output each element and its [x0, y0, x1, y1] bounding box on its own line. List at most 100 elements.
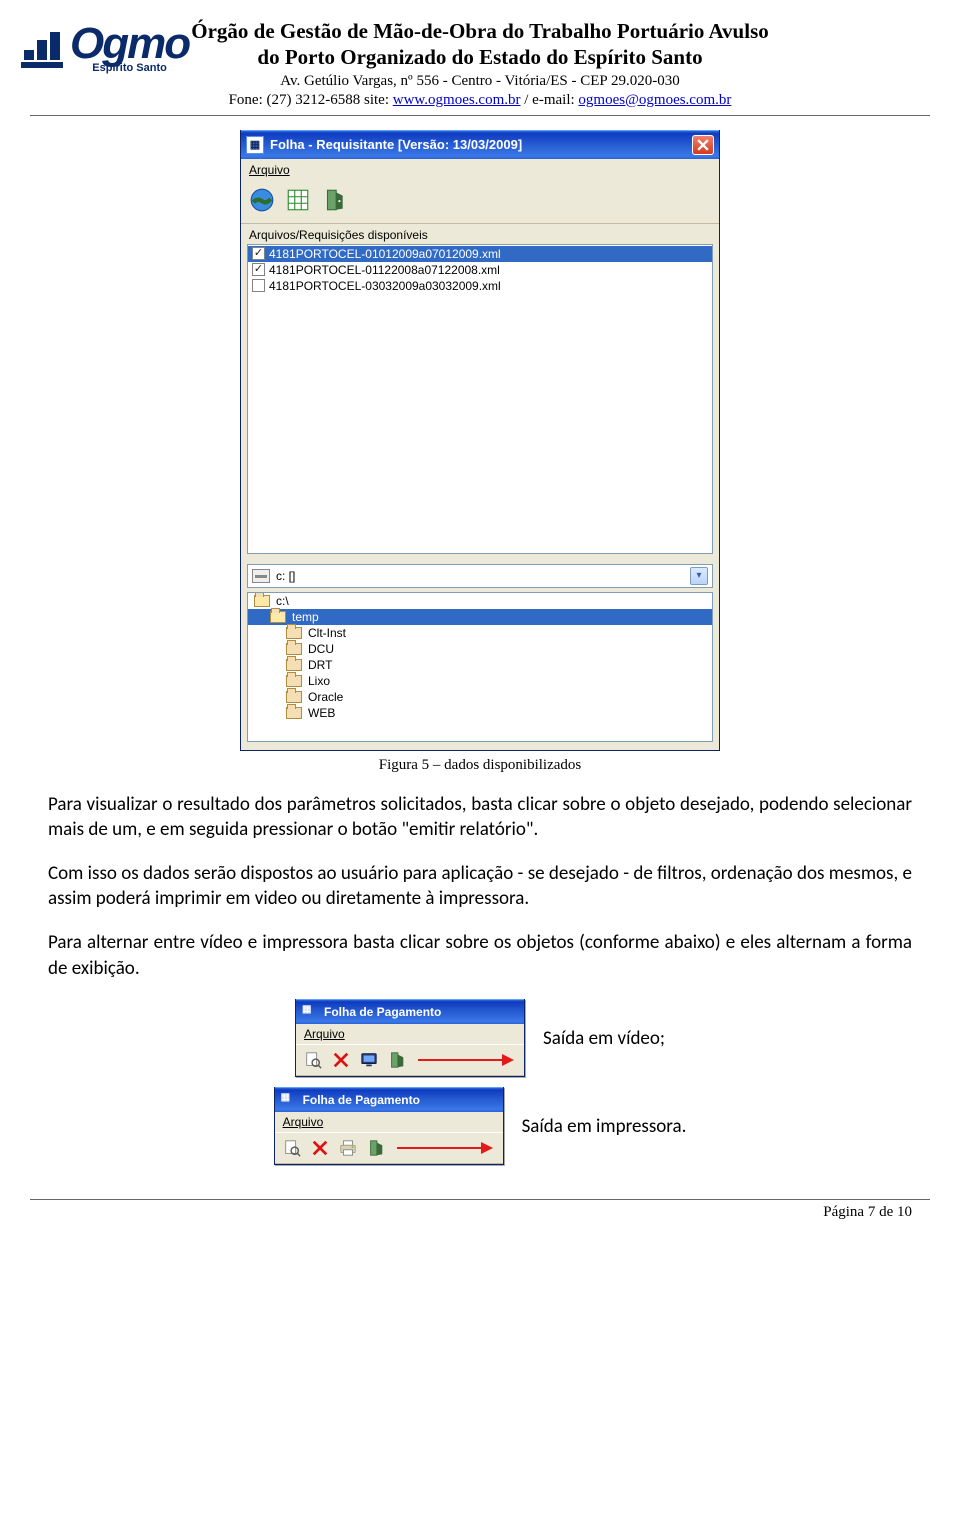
contact-divider: / e-mail:: [521, 92, 579, 108]
exit-button[interactable]: [365, 1137, 387, 1159]
folder-name: c:\: [276, 594, 289, 608]
app-icon: ▦: [302, 1004, 318, 1020]
folder-name: Lixo: [308, 674, 330, 688]
menu-arquivo[interactable]: Arquivo: [249, 163, 290, 177]
toolbar: [296, 1044, 524, 1076]
folder-open-icon: [254, 595, 270, 607]
menu-arquivo[interactable]: Arquivo: [296, 1024, 524, 1044]
output-video-button[interactable]: [358, 1049, 380, 1071]
folder-icon: [286, 707, 302, 719]
folder-open-icon: [270, 611, 286, 623]
preview-button[interactable]: [281, 1137, 303, 1159]
drive-label: c: []: [276, 569, 295, 583]
site-link[interactable]: www.ogmoes.com.br: [393, 92, 521, 108]
search-page-icon: [304, 1051, 322, 1069]
close-button[interactable]: [692, 135, 714, 155]
titlebar[interactable]: ▦ Folha - Requisitante [Versão: 13/03/20…: [241, 130, 719, 159]
preview-button[interactable]: [302, 1049, 324, 1071]
globe-icon: [249, 187, 275, 213]
folha-pagamento-window-printer: ▦ Folha de Pagamento Arquivo: [274, 1087, 504, 1165]
header-divider: [30, 115, 930, 116]
page-number: Página 7 de 10: [48, 1204, 912, 1221]
toolbar: [241, 181, 719, 224]
toolbar: [275, 1132, 503, 1164]
exit-button[interactable]: [386, 1049, 408, 1071]
spreadsheet-icon: [285, 187, 311, 213]
delete-button[interactable]: [309, 1137, 331, 1159]
folder-row[interactable]: temp: [248, 609, 712, 625]
file-checkbox[interactable]: [252, 247, 265, 260]
search-page-icon: [283, 1139, 301, 1157]
titlebar[interactable]: ▦ Folha de Pagamento: [296, 999, 524, 1024]
folder-tree[interactable]: c:\ temp Clt-Inst DCU DRT Lixo Oracle WE…: [247, 592, 713, 742]
folder-row[interactable]: Clt-Inst: [248, 625, 712, 641]
close-icon: [697, 139, 709, 151]
folder-row[interactable]: DCU: [248, 641, 712, 657]
delete-button[interactable]: [330, 1049, 352, 1071]
window-title: Folha de Pagamento: [324, 1005, 441, 1019]
red-x-icon: [311, 1139, 329, 1157]
folder-row[interactable]: DRT: [248, 657, 712, 673]
paragraph-3: Para alternar entre vídeo e impressora b…: [48, 930, 912, 981]
folha-requisitante-window: ▦ Folha - Requisitante [Versão: 13/03/20…: [240, 130, 720, 751]
files-panel-label: Arquivos/Requisições disponíveis: [241, 224, 719, 244]
red-x-icon: [332, 1051, 350, 1069]
menubar: Arquivo: [241, 159, 719, 181]
folder-row[interactable]: Oracle: [248, 689, 712, 705]
titlebar[interactable]: ▦ Folha de Pagamento: [275, 1087, 503, 1112]
folder-row[interactable]: c:\: [248, 593, 712, 609]
file-checkbox[interactable]: [252, 279, 265, 292]
folder-row[interactable]: Lixo: [248, 673, 712, 689]
folder-row[interactable]: WEB: [248, 705, 712, 721]
phone-label: Fone: (27) 3212-6588 site:: [229, 92, 393, 108]
folder-icon: [286, 643, 302, 655]
files-listbox[interactable]: 4181PORTOCEL-01012009a07012009.xml 4181P…: [247, 244, 713, 554]
file-name: 4181PORTOCEL-01122008a07122008.xml: [269, 263, 500, 277]
output-printer-label: Saída em impressora.: [522, 1115, 687, 1138]
drive-dropdown-button[interactable]: ▾: [690, 567, 708, 585]
folder-name: WEB: [308, 706, 335, 720]
output-printer-button[interactable]: [337, 1137, 359, 1159]
document-header: Ogmo Espírito Santo Órgão de Gestão de M…: [48, 18, 912, 116]
globe-button[interactable]: [247, 185, 277, 215]
folder-name: temp: [292, 610, 319, 624]
email-link[interactable]: ogmoes@ogmoes.com.br: [578, 92, 731, 108]
spreadsheet-button[interactable]: [283, 185, 313, 215]
drive-icon: [252, 569, 270, 583]
folder-name: Oracle: [308, 690, 343, 704]
file-name: 4181PORTOCEL-01012009a07012009.xml: [269, 247, 501, 261]
monitor-icon: [360, 1051, 378, 1069]
file-name: 4181PORTOCEL-03032009a03032009.xml: [269, 279, 501, 293]
org-contact: Fone: (27) 3212-6588 site: www.ogmoes.co…: [48, 92, 912, 109]
printer-icon: [339, 1139, 357, 1157]
red-arrow: [418, 1059, 512, 1061]
folha-pagamento-window-video: ▦ Folha de Pagamento Arquivo: [295, 999, 525, 1077]
document-footer: Página 7 de 10: [48, 1199, 912, 1221]
menu-arquivo[interactable]: Arquivo: [275, 1112, 503, 1132]
app-icon: ▦: [281, 1092, 297, 1108]
folder-icon: [286, 627, 302, 639]
door-exit-icon: [321, 187, 347, 213]
red-arrow: [397, 1147, 491, 1149]
file-checkbox[interactable]: [252, 263, 265, 276]
chevron-down-icon: ▾: [696, 570, 701, 581]
window-title: Folha de Pagamento: [303, 1093, 420, 1107]
figure-caption: Figura 5 – dados disponibilizados: [48, 757, 912, 774]
folder-icon: [286, 675, 302, 687]
drive-selector[interactable]: c: [] ▾: [247, 564, 713, 588]
logo-text: Ogmo: [70, 24, 189, 64]
folder-name: DCU: [308, 642, 334, 656]
door-exit-icon: [388, 1051, 406, 1069]
exit-door-button[interactable]: [319, 185, 349, 215]
paragraph-1: Para visualizar o resultado dos parâmetr…: [48, 792, 912, 843]
file-row[interactable]: 4181PORTOCEL-01012009a07012009.xml: [248, 246, 712, 262]
ogmo-logo: Ogmo Espírito Santo: [18, 24, 258, 74]
door-exit-icon: [367, 1139, 385, 1157]
file-row[interactable]: 4181PORTOCEL-03032009a03032009.xml: [248, 278, 712, 294]
output-video-label: Saída em vídeo;: [543, 1027, 665, 1050]
file-row[interactable]: 4181PORTOCEL-01122008a07122008.xml: [248, 262, 712, 278]
org-address: Av. Getúlio Vargas, nº 556 - Centro - Vi…: [48, 73, 912, 90]
folder-icon: [286, 659, 302, 671]
window-title: Folha - Requisitante [Versão: 13/03/2009…: [270, 137, 522, 152]
logo-mark: [18, 30, 66, 68]
